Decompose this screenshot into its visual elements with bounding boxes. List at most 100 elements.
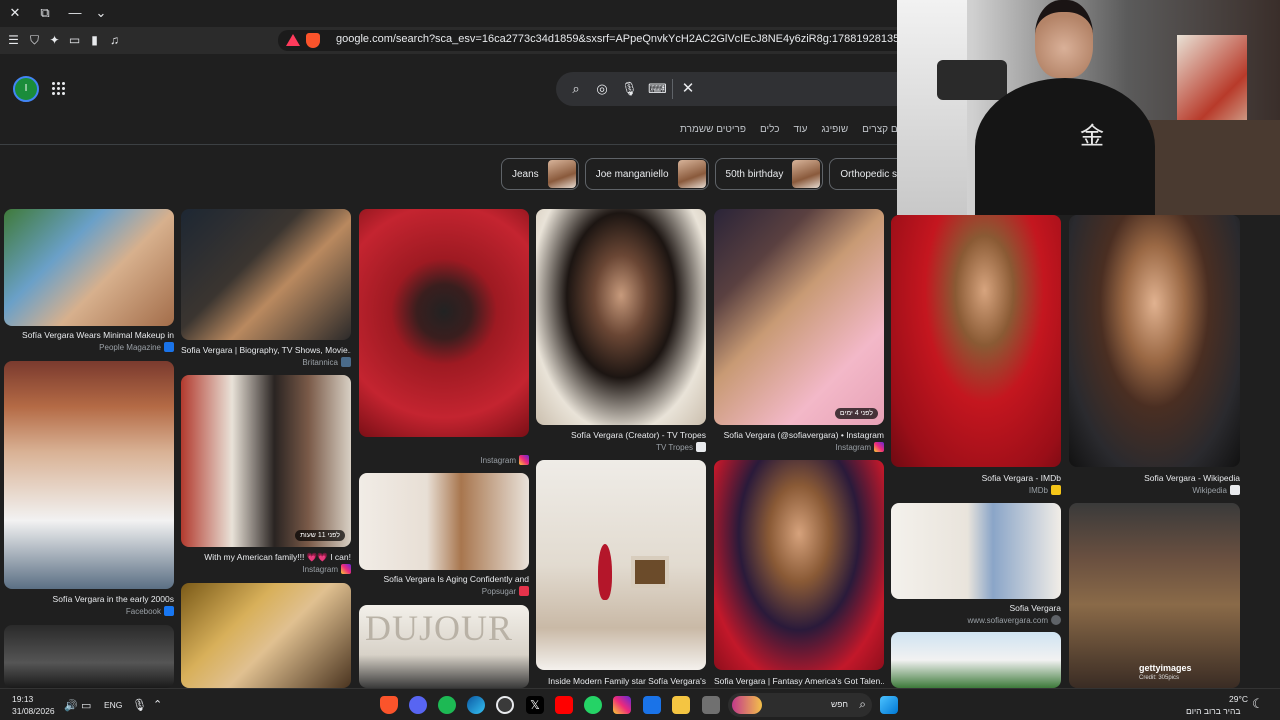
clock-date[interactable]: 31/08/2026 xyxy=(12,706,55,716)
result-image[interactable]: לפני 11 שעות xyxy=(181,375,351,547)
result-source[interactable]: People Magazine xyxy=(99,342,174,352)
result-image[interactable] xyxy=(891,632,1061,688)
wallet-icon[interactable]: ▭ xyxy=(66,32,83,49)
chip-50th-birthday[interactable]: 50th birthday xyxy=(714,158,824,190)
extensions-icon[interactable]: ✦ xyxy=(46,32,63,49)
result-image[interactable] xyxy=(359,473,529,570)
taskbar-search[interactable]: חפש ⌕ xyxy=(728,693,872,717)
result-caption[interactable]: Sofia Vergara xyxy=(891,603,1061,613)
result-image[interactable] xyxy=(4,209,174,326)
menu-icon[interactable]: ☰ xyxy=(5,32,22,49)
result-card[interactable] xyxy=(4,625,174,688)
result-card[interactable]: Sofia Vergara | Biography, TV Shows, Mov… xyxy=(181,209,351,367)
result-card[interactable]: Sofia Vergara www.sofiavergara.com xyxy=(891,503,1061,627)
clock-time[interactable]: 19:13 xyxy=(12,694,33,704)
result-image[interactable]: gettyimages Credit: 305pics xyxy=(1069,503,1240,688)
result-caption[interactable]: Sofia Vergara - IMDb xyxy=(891,473,1061,483)
weather-moon-icon[interactable]: ☾ xyxy=(1252,696,1264,712)
result-card[interactable]: Sofía Vergara (Creator) - TV Tropes TV T… xyxy=(536,209,706,455)
result-source[interactable]: IMDb xyxy=(1029,485,1061,495)
spotify-taskbar-icon[interactable] xyxy=(438,696,456,714)
windows-start-icon[interactable] xyxy=(880,696,898,714)
result-source[interactable]: Instagram xyxy=(302,564,351,574)
result-image[interactable] xyxy=(714,460,884,670)
result-source[interactable]: TV Tropes xyxy=(656,442,706,452)
whatsapp-taskbar-icon[interactable] xyxy=(584,696,602,714)
result-card[interactable]: Sofia Vergara - Wikipedia Wikipedia xyxy=(1069,215,1240,495)
result-image[interactable] xyxy=(4,361,174,589)
tray-chevron-icon[interactable]: ⌃ xyxy=(153,698,162,711)
result-card[interactable]: Sofia Vergara | Fantasy America's Got Ta… xyxy=(714,460,884,688)
result-image[interactable] xyxy=(891,503,1061,599)
result-caption[interactable]: Sofía Vergara in the early 2000s xyxy=(4,594,174,604)
discord-taskbar-icon[interactable] xyxy=(409,696,427,714)
result-caption[interactable]: Sofia Vergara | Biography, TV Shows, Mov… xyxy=(181,345,351,355)
result-caption[interactable]: Sofía Vergara Wears Minimal Makeup in xyxy=(4,330,174,340)
result-caption[interactable]: With my American family!!! 💗💗 I can! xyxy=(181,552,351,563)
result-source[interactable]: www.sofiavergara.com xyxy=(968,615,1061,625)
volume-icon[interactable]: 🔊 xyxy=(64,699,78,712)
search-box[interactable]: ⌕ ◎ 🎙 ⌨ ✕ xyxy=(556,72,916,106)
result-caption[interactable]: Sofia Vergara | Fantasy America's Got Ta… xyxy=(714,676,884,686)
tab-shopping[interactable]: שופינג xyxy=(821,124,848,135)
network-icon[interactable]: ▭ xyxy=(81,699,91,712)
result-card[interactable]: gettyimages Credit: 305pics xyxy=(1069,503,1240,688)
result-card[interactable]: Inside Modern Family star Sofía Vergara'… xyxy=(536,460,706,688)
chip-joe-manganiello[interactable]: Joe manganiello xyxy=(584,158,709,190)
lens-icon[interactable]: ◎ xyxy=(594,81,610,97)
result-source[interactable]: Britannica xyxy=(302,357,351,367)
result-image[interactable] xyxy=(1069,215,1240,467)
result-source[interactable]: Instagram xyxy=(835,442,884,452)
address-bar[interactable]: google.com/search?sca_esv=16ca2773c34d18… xyxy=(278,30,918,51)
language-indicator[interactable]: ENG xyxy=(104,700,122,710)
minimize-window-button[interactable]: — xyxy=(65,4,85,22)
tab-menu-chevron-icon[interactable]: ⌄ xyxy=(91,4,111,22)
result-card[interactable]: Sofía Vergara Wears Minimal Makeup in Pe… xyxy=(4,209,174,352)
close-window-button[interactable]: ✕ xyxy=(5,4,25,22)
result-caption[interactable]: Sofia Vergara Is Aging Confidently and xyxy=(359,574,529,584)
clear-search-icon[interactable]: ✕ xyxy=(680,81,696,97)
avatar[interactable]: I xyxy=(13,76,39,102)
chip-jeans[interactable]: Jeans xyxy=(501,158,579,190)
result-card[interactable]: Sofia Vergara Is Aging Confidently and P… xyxy=(359,473,529,599)
keyboard-icon[interactable]: ⌨ xyxy=(648,81,667,97)
music-icon[interactable]: ♫ xyxy=(106,32,123,49)
weather-desc[interactable]: בהיר ברוב היום xyxy=(1186,706,1240,716)
result-card[interactable] xyxy=(181,583,351,688)
google-apps-icon[interactable] xyxy=(52,82,66,96)
result-card[interactable] xyxy=(891,632,1061,688)
microphone-icon[interactable]: 🎙 xyxy=(621,81,638,97)
brave-taskbar-icon[interactable] xyxy=(380,696,398,714)
edge-taskbar-icon[interactable] xyxy=(467,696,485,714)
result-image[interactable] xyxy=(4,625,174,688)
tab-tools[interactable]: כלים xyxy=(760,124,780,135)
instagram-taskbar-icon[interactable] xyxy=(613,696,631,714)
result-card[interactable]: DUJOUR xyxy=(359,605,529,688)
result-card[interactable]: Sofía Vergara in the early 2000s Faceboo… xyxy=(4,361,174,619)
tab-shorts[interactable]: ים קצרים xyxy=(862,124,900,135)
brave-shield-icon[interactable] xyxy=(306,33,320,48)
restore-window-button[interactable]: ⧉ xyxy=(35,4,55,22)
result-image[interactable] xyxy=(181,583,351,688)
result-card[interactable]: לפני 11 שעות With my American family!!! … xyxy=(181,375,351,575)
youtube-taskbar-icon[interactable] xyxy=(555,696,573,714)
steam-taskbar-icon[interactable] xyxy=(496,696,514,714)
search-icon[interactable]: ⌕ xyxy=(568,81,584,97)
result-image[interactable] xyxy=(536,460,706,670)
result-source[interactable]: Popsugar xyxy=(482,586,529,596)
tab-more[interactable]: עוד xyxy=(793,124,807,135)
result-card[interactable]: Sofia Vergara - IMDb IMDb xyxy=(891,215,1061,495)
weather-temp[interactable]: 29°C xyxy=(1229,694,1248,704)
url-text[interactable]: google.com/search?sca_esv=16ca2773c34d18… xyxy=(336,33,918,45)
result-caption[interactable]: Sofia Vergara - Wikipedia xyxy=(1069,473,1240,483)
shield-icon[interactable]: ⛉ xyxy=(26,32,43,49)
file-explorer-taskbar-icon[interactable] xyxy=(672,696,690,714)
result-source[interactable]: Instagram xyxy=(480,455,529,465)
tab-saved[interactable]: פריטים ששמרת xyxy=(680,124,746,135)
result-source[interactable]: Facebook xyxy=(126,606,174,616)
result-caption[interactable]: Sofía Vergara (Creator) - TV Tropes xyxy=(536,430,706,440)
apps-taskbar-icon[interactable] xyxy=(702,696,720,714)
result-caption[interactable]: Sofia Vergara (@sofiavergara) • Instagra… xyxy=(714,430,884,440)
result-image[interactable] xyxy=(359,209,529,437)
result-card[interactable]: לפני 4 ימים Sofia Vergara (@sofiavergara… xyxy=(714,209,884,455)
